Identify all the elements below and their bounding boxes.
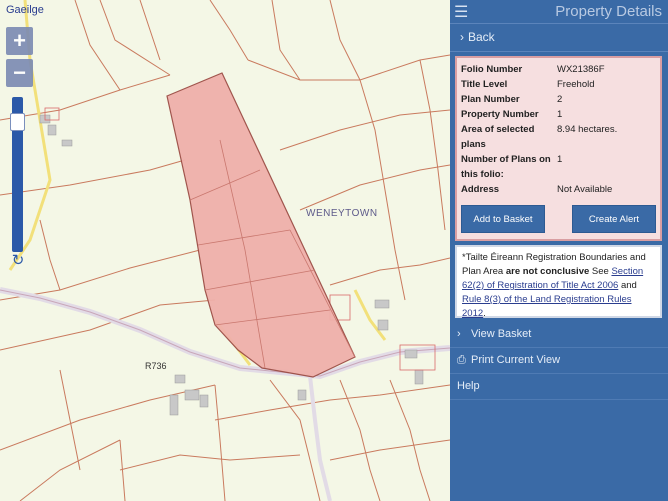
map-canvas[interactable] [0, 0, 450, 501]
print-icon: ⎙ [457, 354, 466, 366]
detail-label: Number of Plans on this folio: [461, 154, 551, 180]
hamburger-icon[interactable]: ☰ [454, 2, 468, 22]
detail-value: 1 [557, 109, 563, 120]
menu-item-label: Print Current View [471, 354, 561, 366]
disclaimer-note: *Tailte Éireann Registration Boundaries … [455, 245, 662, 319]
disclaimer-end: . [483, 308, 486, 319]
chevron-right-icon: › [460, 30, 464, 44]
detail-row: Address Not Available [461, 182, 656, 197]
detail-label: Plan Number [461, 94, 520, 105]
details-list: Folio Number WX21386F Title Level Freehold P… [461, 62, 656, 197]
menu-item-view-basket[interactable]: › View Basket [450, 322, 668, 348]
detail-value: WX21386F [557, 64, 605, 75]
detail-label: Area of selected plans [461, 124, 535, 150]
road-label-r736: R736 [145, 361, 167, 371]
detail-row: Area of selected plans 8.94 hectares. [461, 122, 656, 152]
zoom-in-button[interactable]: + [6, 27, 33, 55]
place-label-weneytown: WENEYTOWN [306, 208, 378, 219]
detail-label: Title Level [461, 79, 508, 90]
panel-title: Property Details [555, 3, 662, 20]
disclaimer-and: and [620, 280, 637, 291]
rule-8-link[interactable]: Rule 8(3) of the Land Registration Rules… [462, 294, 632, 319]
detail-value: 1 [557, 154, 563, 165]
disclaimer-bold: are not conclusive [505, 266, 590, 277]
add-to-basket-button[interactable]: Add to Basket [461, 205, 545, 233]
detail-label: Property Number [461, 109, 539, 120]
detail-row: Folio Number WX21386F [461, 62, 656, 77]
panel-menu: › View Basket ⎙ Print Current View Help [450, 322, 668, 400]
detail-row: Number of Plans on this folio: 1 [461, 152, 656, 182]
menu-item-print-current-view[interactable]: ⎙ Print Current View [450, 348, 668, 374]
map-view[interactable]: Gaeilge + − ↻ WENEYTOWN R736 [0, 0, 450, 501]
language-link[interactable]: Gaeilge [6, 4, 44, 16]
chevron-right-icon: › [457, 328, 461, 340]
detail-label: Address [461, 184, 500, 195]
panel-header: ☰ Property Details [450, 0, 668, 24]
detail-value: Not Available [557, 184, 613, 195]
disclaimer-see: See [591, 266, 609, 277]
menu-item-help[interactable]: Help [450, 374, 668, 400]
back-label: Back [468, 30, 495, 44]
menu-item-label: Help [457, 380, 480, 392]
detail-value: Freehold [557, 79, 595, 90]
zoom-out-button[interactable]: − [6, 59, 33, 87]
back-button[interactable]: › Back [450, 24, 668, 52]
menu-item-label: View Basket [471, 328, 532, 340]
detail-row: Plan Number 2 [461, 92, 656, 107]
detail-value: 2 [557, 94, 563, 105]
detail-value: 8.94 hectares. [557, 124, 618, 135]
zoom-slider-handle[interactable] [10, 113, 25, 131]
detail-label: Folio Number [461, 64, 523, 75]
detail-row: Title Level Freehold [461, 77, 656, 92]
property-info-box: Folio Number WX21386F Title Level Freehold P… [455, 56, 662, 241]
property-details-panel: ☰ Property Details › Back Folio Number WX2… [450, 0, 668, 501]
reset-view-icon[interactable]: ↻ [10, 253, 26, 269]
create-alert-button[interactable]: Create Alert [572, 205, 656, 233]
detail-row: Property Number 1 [461, 107, 656, 122]
